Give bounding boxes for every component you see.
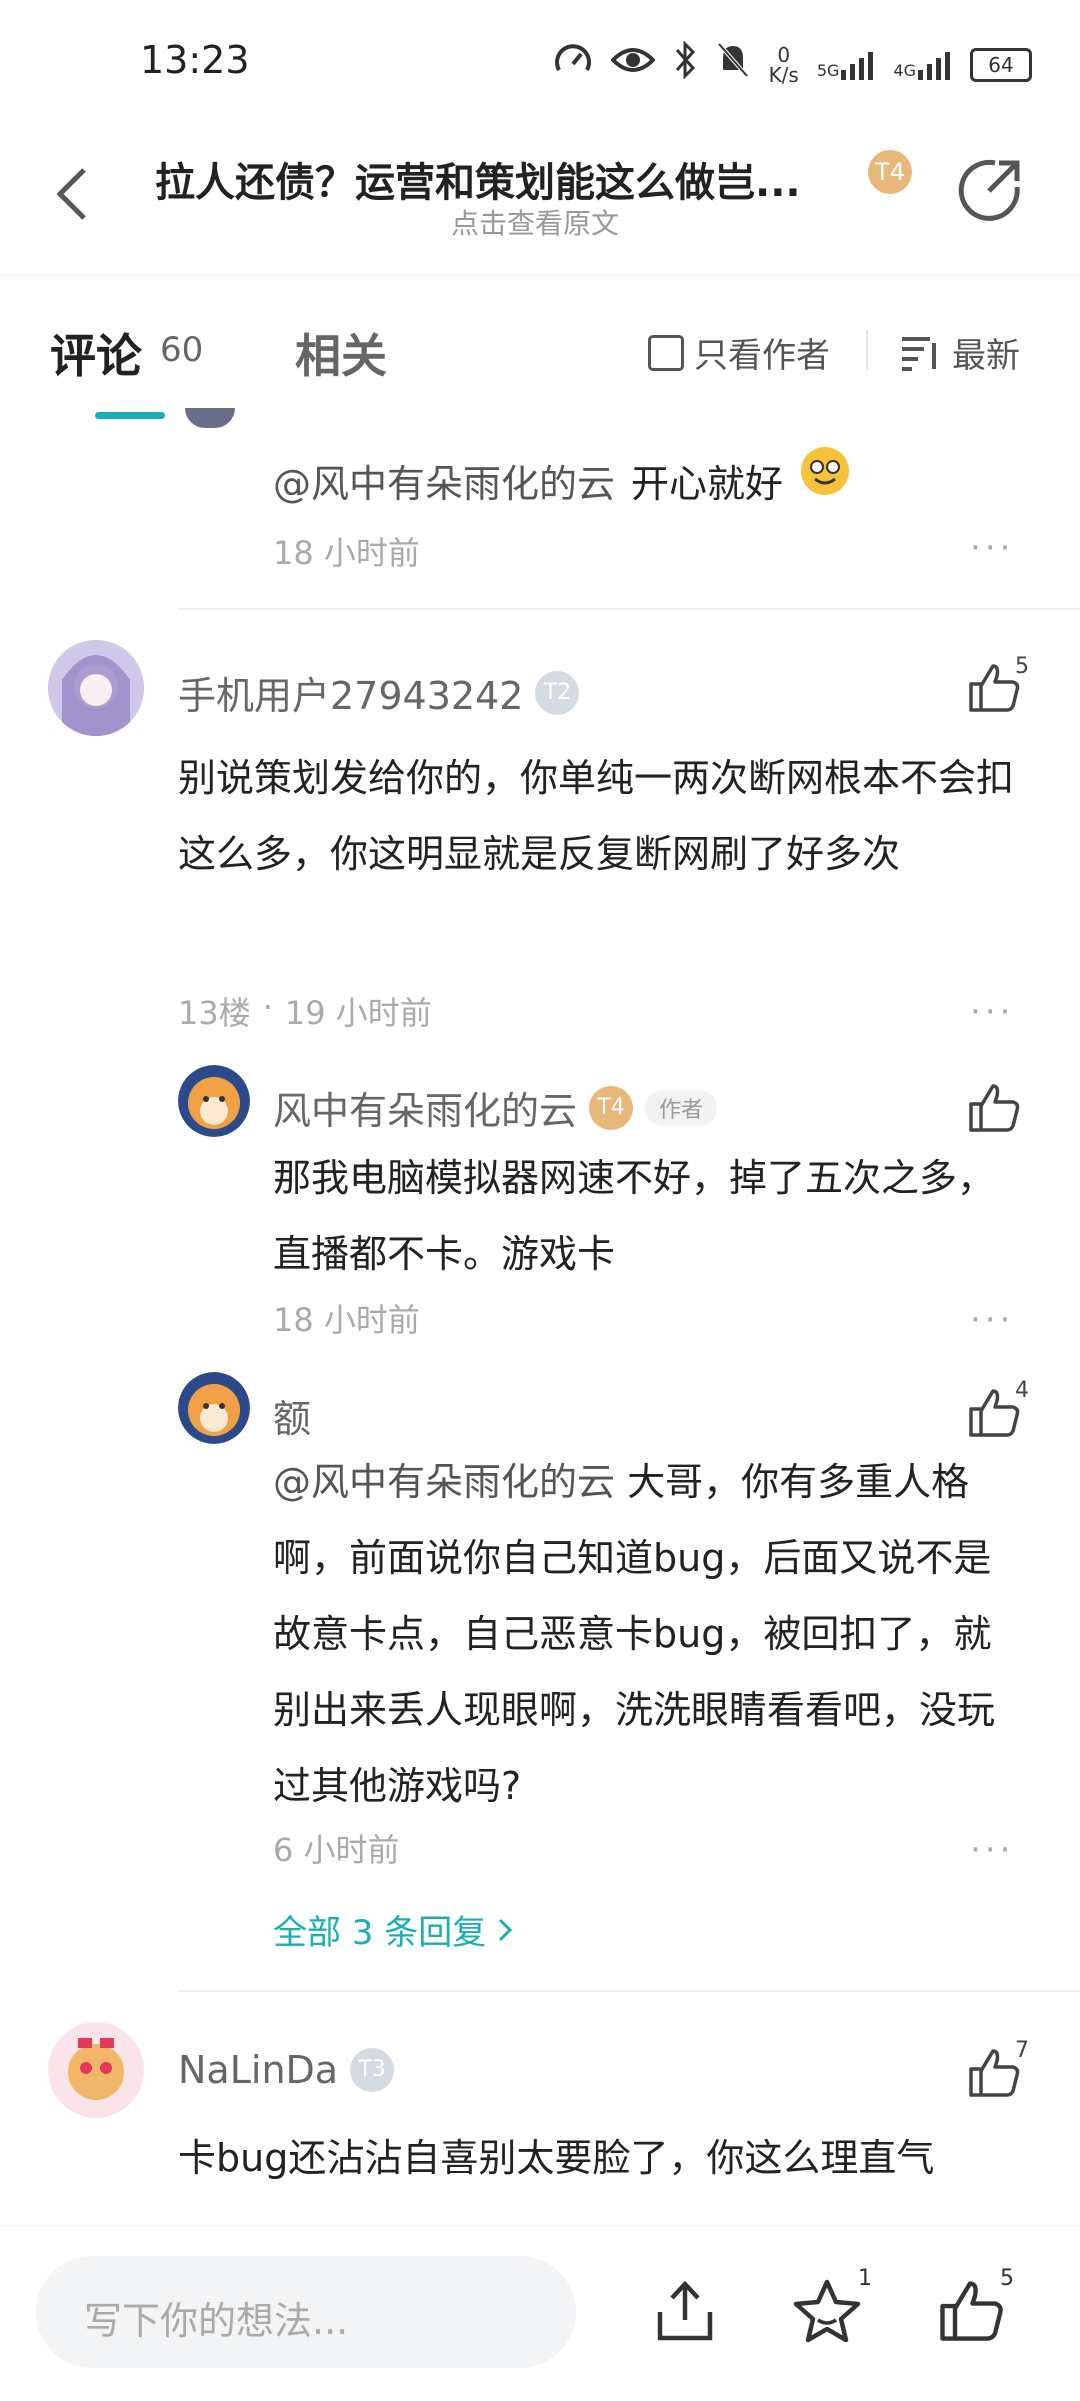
comment-input-placeholder: 写下你的想法... — [84, 2299, 349, 2343]
author-only-label: 只看作者 — [694, 336, 830, 376]
like-post-button[interactable] — [935, 2276, 1005, 2350]
checkbox-icon — [648, 334, 684, 371]
more-options-button[interactable]: ··· — [970, 1300, 1014, 1340]
article-title[interactable]: 拉人还债？运营和策划能这么做岂... — [155, 150, 845, 208]
comment-meta: 13楼 · 19 小时前 — [178, 988, 432, 1032]
reply-text: @风中有朵雨化的云 大哥，你有多重人格啊，前面说你自己知道bug，后面又说不是故… — [273, 1460, 996, 1808]
comment-username[interactable]: NaLinDa T3 — [178, 2048, 395, 2092]
status-time: 13:23 — [140, 38, 250, 82]
status-bar: 13:23 0 K/s 5G 4G 64 — [0, 0, 1080, 130]
avatar[interactable] — [48, 640, 144, 736]
avatar[interactable] — [48, 2022, 144, 2118]
thumbs-up-icon — [969, 1084, 1020, 1132]
share-button[interactable] — [955, 155, 1025, 225]
like-button[interactable] — [965, 1080, 1021, 1140]
divider — [178, 1990, 1080, 1992]
tab-active-indicator — [95, 412, 165, 419]
share-icon — [958, 159, 1020, 221]
more-options-button[interactable]: ··· — [970, 528, 1014, 568]
more-options-button[interactable]: ··· — [970, 992, 1014, 1032]
bluetooth-icon — [673, 40, 697, 89]
smile-emoji-icon — [799, 445, 851, 522]
comment-tabs: 评论 60 相关 只看作者 最新 — [0, 300, 1080, 420]
mute-bell-icon — [715, 40, 751, 89]
star-icon — [793, 2279, 861, 2343]
sort-button[interactable]: 最新 — [900, 328, 1020, 377]
battery-icon: 64 — [970, 47, 1032, 82]
bottom-action-bar: 写下你的想法... 1 5 — [0, 2225, 1080, 2401]
all-replies-link[interactable]: 全部 3 条回复 — [273, 1905, 514, 1954]
more-options-button[interactable]: ··· — [970, 1830, 1014, 1870]
tab-related[interactable]: 相关 — [295, 320, 387, 386]
reply-time: 6 小时前 — [273, 1831, 400, 1869]
favorite-count: 1 — [858, 2266, 872, 2291]
author-only-toggle[interactable]: 只看作者 — [648, 328, 830, 377]
eye-icon — [609, 44, 656, 85]
reply-text: 那我电脑模拟器网速不好，掉了五次之多，直播都不卡。游戏卡 — [273, 1156, 996, 1276]
chevron-left-icon — [56, 168, 86, 220]
chevron-right-icon — [499, 1918, 513, 1941]
like-count: 4 — [1015, 1378, 1029, 1403]
status-icons: 0 K/s 5G 4G 64 — [553, 40, 1032, 89]
thumbs-up-icon — [940, 2281, 1003, 2341]
level-badge: T3 — [350, 2048, 395, 2092]
author-badge: 作者 — [645, 1089, 718, 1126]
divider — [866, 330, 868, 370]
comment-text: 别说策划发给你的，你单纯一两次断网根本不会扣这么多，你这明显就是反复断网刷了好多… — [178, 756, 1015, 876]
comment-username[interactable]: 手机用户27943242 T2 — [178, 665, 580, 720]
like-post-count: 5 — [1000, 2266, 1014, 2291]
speedometer-icon — [553, 40, 593, 89]
reply-time: 18 小时前 — [273, 1301, 420, 1339]
comment-time: 19 小时前 — [284, 994, 432, 1032]
like-button[interactable] — [965, 660, 1021, 720]
upload-share-icon — [657, 2280, 713, 2341]
reply-username[interactable]: 风中有朵雨化的云 T4 作者 — [273, 1080, 718, 1135]
avatar[interactable] — [185, 408, 235, 428]
signal-5g-icon: 5G — [817, 50, 876, 80]
level-badge: T4 — [868, 150, 912, 194]
signal-4g-icon: 4G — [893, 50, 952, 80]
floor-number: 13楼 — [178, 994, 251, 1032]
sort-icon — [902, 336, 936, 371]
avatar[interactable] — [178, 1372, 250, 1444]
avatar[interactable] — [178, 1065, 250, 1137]
reply-text: 开心就好 — [631, 461, 784, 506]
tab-comments[interactable]: 评论 — [50, 320, 142, 386]
level-badge: T4 — [589, 1085, 634, 1130]
thumbs-up-icon — [969, 1389, 1020, 1437]
article-header: 拉人还债？运营和策划能这么做岂... T4 点击查看原文 — [0, 130, 1080, 276]
like-count: 5 — [1015, 654, 1029, 679]
reply-item: @风中有朵雨化的云 开心就好 18 小时前 — [273, 445, 1033, 574]
thumbs-up-icon — [969, 2049, 1020, 2097]
share-button[interactable] — [650, 2276, 720, 2350]
divider — [178, 608, 1080, 610]
reply-username[interactable]: 额 — [273, 1388, 311, 1443]
thumbs-up-icon — [969, 664, 1020, 712]
reply-time: 18 小时前 — [273, 534, 420, 572]
mention[interactable]: @风中有朵雨化的云 — [273, 1460, 615, 1504]
sort-label: 最新 — [952, 336, 1020, 376]
back-button[interactable] — [52, 160, 112, 240]
comment-input[interactable]: 写下你的想法... — [36, 2256, 576, 2368]
like-button[interactable] — [965, 1385, 1021, 1445]
favorite-button[interactable] — [792, 2276, 862, 2350]
comment-text: 卡bug还沾沾自喜别太要脸了，你这么理直气 — [178, 2136, 935, 2180]
like-button[interactable] — [965, 2045, 1021, 2105]
mention[interactable]: @风中有朵雨化的云 — [273, 446, 615, 522]
like-count: 7 — [1015, 2038, 1029, 2063]
level-badge: T2 — [535, 670, 580, 715]
comment-count: 60 — [160, 330, 204, 370]
net-speed: 0 K/s — [768, 42, 799, 87]
view-original-link[interactable]: 点击查看原文 — [155, 202, 915, 242]
